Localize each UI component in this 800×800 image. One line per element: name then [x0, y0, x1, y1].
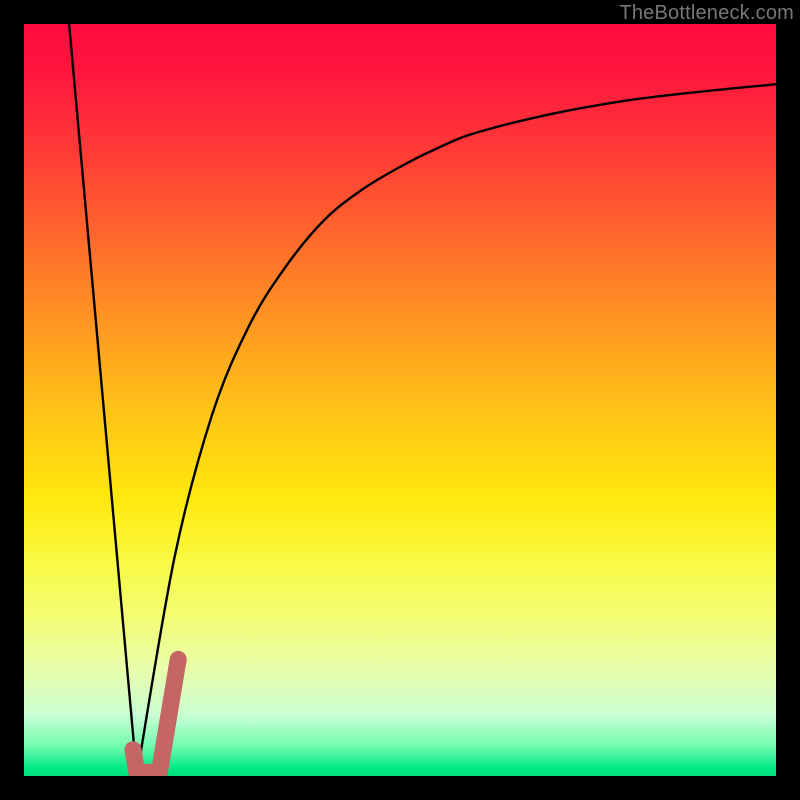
- plot-area: [24, 24, 776, 776]
- left-slope-line: [69, 24, 137, 776]
- highlight-marker: [133, 659, 178, 772]
- right-curve-line: [137, 84, 776, 776]
- curves-svg: [24, 24, 776, 776]
- chart-frame: TheBottleneck.com: [0, 0, 800, 800]
- watermark-text: TheBottleneck.com: [619, 2, 794, 25]
